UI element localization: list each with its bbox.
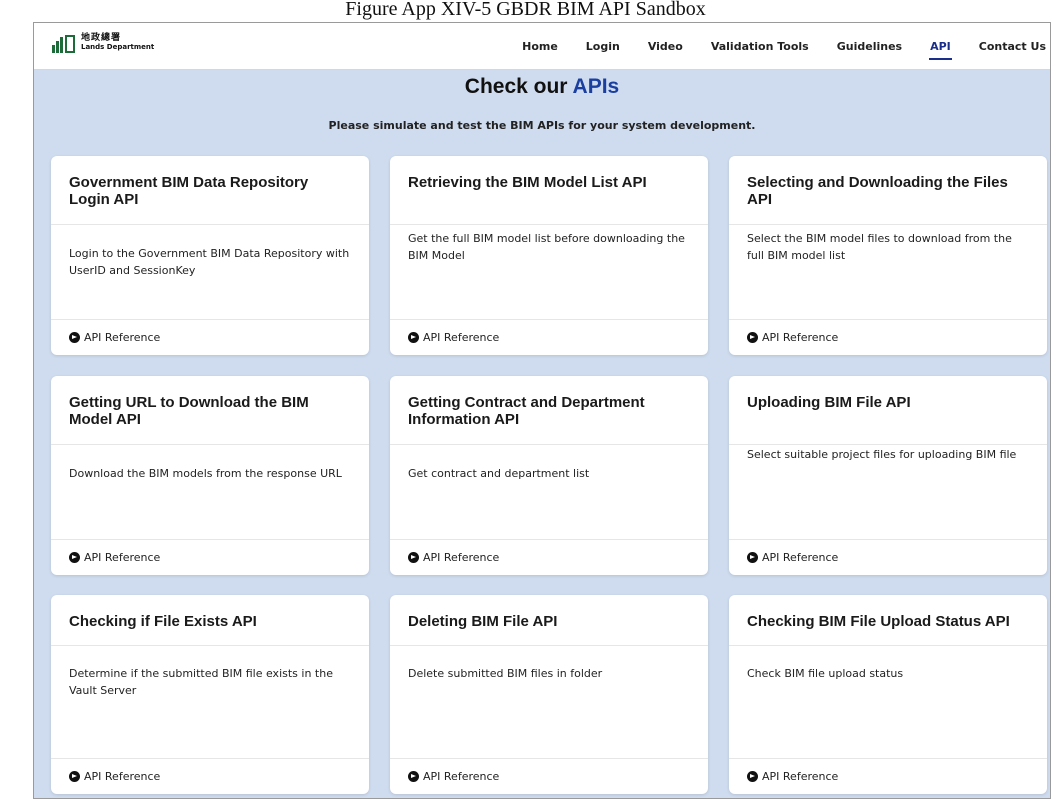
lands-department-logo-icon [52,33,76,53]
card-title: Deleting BIM File API [408,613,558,630]
api-reference-label[interactable]: API Reference [762,331,838,344]
api-card-upload-status: Checking BIM File Upload Status API Chec… [729,595,1047,794]
card-description: Get the full BIM model list before downl… [408,232,685,262]
card-title: Checking BIM File Upload Status API [747,613,1010,630]
page-title: Check our APIs [34,75,1050,99]
arrow-right-circle-icon [408,771,419,782]
nav-guidelines[interactable]: Guidelines [837,23,902,70]
card-description: Download the BIM models from the respons… [69,467,342,480]
nav-home[interactable]: Home [522,23,558,70]
api-reference-label[interactable]: API Reference [423,770,499,783]
card-title: Getting Contract and Department Informat… [408,394,645,428]
api-reference-link[interactable]: API Reference [390,319,708,355]
lands-department-logo[interactable]: 地政總署 Lands Department [52,30,154,56]
logo-english-text: Lands Department [81,43,155,51]
api-reference-label[interactable]: API Reference [84,551,160,564]
figure-caption: Figure App XIV-5 GBDR BIM API Sandbox [345,0,706,20]
card-title: Getting URL to Download the BIM Model AP… [69,394,309,428]
api-card-upload-file: Uploading BIM File API Select suitable p… [729,376,1047,575]
nav-menu: Home Login Video Validation Tools Guidel… [522,23,1050,70]
api-card-file-exists: Checking if File Exists API Determine if… [51,595,369,794]
api-card-delete-file: Deleting BIM File API Delete submitted B… [390,595,708,794]
api-reference-label[interactable]: API Reference [84,331,160,344]
card-title: Checking if File Exists API [69,613,257,630]
page-title-accent: APIs [572,75,620,98]
nav-contact-us[interactable]: Contact Us [979,23,1046,70]
api-reference-label[interactable]: API Reference [762,551,838,564]
card-title: Government BIM Data Repository Login API [69,174,309,208]
api-card-model-list: Retrieving the BIM Model List API Get th… [390,156,708,355]
api-reference-link[interactable]: API Reference [729,758,1047,794]
api-reference-link[interactable]: API Reference [51,539,369,575]
api-card-download-files: Selecting and Downloading the Files API … [729,156,1047,355]
api-card-login: Government BIM Data Repository Login API… [51,156,369,355]
api-reference-link[interactable]: API Reference [51,319,369,355]
api-reference-link[interactable]: API Reference [729,319,1047,355]
card-title: Uploading BIM File API [747,394,911,411]
nav-validation-tools[interactable]: Validation Tools [711,23,809,70]
api-reference-link[interactable]: API Reference [390,758,708,794]
card-description: Delete submitted BIM files in folder [408,667,603,680]
card-description: Get contract and department list [408,467,590,480]
card-description: Login to the Government BIM Data Reposit… [69,247,350,277]
nav-video[interactable]: Video [648,23,683,70]
card-title: Selecting and Downloading the Files API [747,174,1008,208]
arrow-right-circle-icon [69,552,80,563]
logo-chinese-text: 地政總署 [81,33,122,43]
api-reference-link[interactable]: API Reference [729,539,1047,575]
api-reference-link[interactable]: API Reference [51,758,369,794]
api-card-download-url: Getting URL to Download the BIM Model AP… [51,376,369,575]
api-reference-label[interactable]: API Reference [84,770,160,783]
card-description: Select the BIM model files to download f… [747,232,1012,262]
api-reference-label[interactable]: API Reference [423,331,499,344]
arrow-right-circle-icon [69,332,80,343]
page-subtitle: Please simulate and test the BIM APIs fo… [328,119,756,132]
page-title-prefix: Check our [464,75,573,98]
api-reference-label[interactable]: API Reference [762,770,838,783]
api-card-contract-department: Getting Contract and Department Informat… [390,376,708,575]
card-description: Select suitable project files for upload… [747,448,1017,461]
card-description: Check BIM file upload status [747,667,904,680]
arrow-right-circle-icon [69,771,80,782]
top-navbar: 地政總署 Lands Department Home Login Video V… [34,23,1050,70]
arrow-right-circle-icon [747,771,758,782]
browser-viewport: 地政總署 Lands Department Home Login Video V… [33,22,1051,799]
nav-api[interactable]: API [929,23,952,70]
api-reference-label[interactable]: API Reference [423,551,499,564]
nav-login[interactable]: Login [586,23,620,70]
api-reference-link[interactable]: API Reference [390,539,708,575]
arrow-right-circle-icon [747,552,758,563]
card-title: Retrieving the BIM Model List API [408,174,647,191]
card-description: Determine if the submitted BIM file exis… [69,667,333,697]
arrow-right-circle-icon [747,332,758,343]
arrow-right-circle-icon [408,332,419,343]
arrow-right-circle-icon [408,552,419,563]
